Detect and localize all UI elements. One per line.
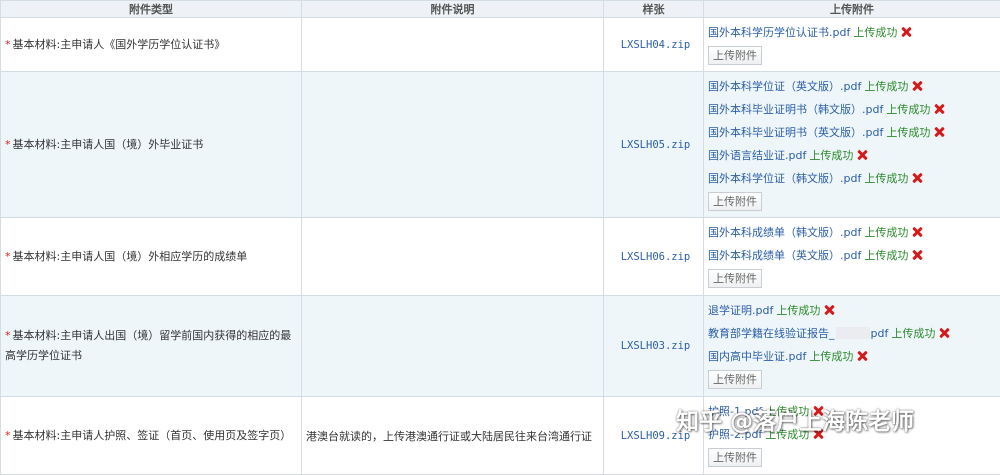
uploaded-file-item: 国外本科学位证（韩文版）.pdf上传成功 [708, 167, 1000, 190]
uploaded-file-name[interactable]: 国内高中毕业证.pdf [708, 350, 806, 363]
uploaded-file-item: 教育部学籍在线验证报告_ pdf上传成功 [708, 322, 1000, 345]
column-header-sample: 样张 [604, 1, 704, 18]
upload-attachment-button[interactable]: 上传附件 [708, 192, 762, 211]
uploaded-file-item: 国外本科学位证（英文版）.pdf上传成功 [708, 75, 1000, 98]
uploaded-file-item: 退学证明.pdf上传成功 [708, 299, 1000, 322]
table-row: *基本材料:主申请人国（境）外毕业证书 LXSLH05.zip 国外本科学位证（… [1, 72, 1000, 218]
delete-icon[interactable] [934, 104, 944, 114]
delete-icon[interactable] [912, 250, 922, 260]
upload-success-label: 上传成功 [886, 103, 930, 116]
attachment-type-label: 基本材料:主申请人国（境）外相应学历的成绩单 [13, 250, 248, 263]
uploaded-file-name[interactable]: 国外本科学位证（韩文版）.pdf [708, 172, 861, 185]
uploaded-file-name[interactable]: 退学证明.pdf [708, 304, 773, 317]
uploaded-file-item: 国外本科毕业证明书（英文版）.pdf上传成功 [708, 121, 1000, 144]
sample-file-link[interactable]: LXSLH05.zip [621, 139, 691, 151]
attachment-type-cell: *基本材料:主申请人《国外学历学位认证书》 [1, 18, 302, 72]
delete-icon[interactable] [934, 127, 944, 137]
upload-cell: 国外本科学位证（英文版）.pdf上传成功 国外本科毕业证明书（韩文版）.pdf上… [704, 72, 1000, 218]
required-marker: * [5, 329, 11, 342]
uploaded-file-name[interactable]: 国外本科成绩单（韩文版）.pdf [708, 226, 861, 239]
upload-success-label: 上传成功 [891, 327, 935, 340]
uploaded-file-name[interactable]: 国外本科学位证（英文版）.pdf [708, 80, 861, 93]
upload-success-label: 上传成功 [864, 80, 908, 93]
attachment-type-cell: *基本材料:主申请人出国（境）留学前国内获得的相应的最高学历学位证书 [1, 296, 302, 397]
sample-file-cell: LXSLH06.zip [604, 218, 704, 296]
upload-success-label: 上传成功 [864, 226, 908, 239]
uploaded-file-extension[interactable]: pdf [871, 327, 889, 340]
upload-success-label: 上传成功 [809, 149, 853, 162]
column-header-type: 附件类型 [1, 1, 302, 18]
sample-file-cell: LXSLH04.zip [604, 18, 704, 72]
attachment-type-cell: *基本材料:主申请人国（境）外相应学历的成绩单 [1, 218, 302, 296]
attachment-type-cell: *基本材料:主申请人国（境）外毕业证书 [1, 72, 302, 218]
table-row: *基本材料:主申请人国（境）外相应学历的成绩单 LXSLH06.zip 国外本科… [1, 218, 1000, 296]
attachment-type-label: 基本材料:主申请人国（境）外毕业证书 [13, 138, 204, 151]
delete-icon[interactable] [824, 305, 834, 315]
uploaded-file-item: 国外语言结业证.pdf上传成功 [708, 144, 1000, 167]
delete-icon[interactable] [912, 81, 922, 91]
watermark: 知乎 @落户上海陈老师 [676, 402, 914, 436]
upload-attachment-button[interactable]: 上传附件 [708, 46, 762, 65]
attachment-type-label: 基本材料:主申请人出国（境）留学前国内获得的相应的最 [13, 329, 292, 342]
upload-success-label: 上传成功 [886, 126, 930, 139]
delete-icon[interactable] [912, 173, 922, 183]
uploaded-file-item: 国外本科成绩单（韩文版）.pdf上传成功 [708, 221, 1000, 244]
upload-attachment-button[interactable]: 上传附件 [708, 370, 762, 389]
redacted-area [836, 327, 870, 339]
attachment-description-cell [302, 72, 604, 218]
column-header-upload: 上传附件 [704, 1, 1000, 18]
upload-cell: 国外本科成绩单（韩文版）.pdf上传成功 国外本科成绩单（英文版）.pdf上传成… [704, 218, 1000, 296]
upload-cell: 退学证明.pdf上传成功 教育部学籍在线验证报告_pdf上传成功 国内高中毕业证… [704, 296, 1000, 397]
attachment-description: 港澳台就读的，上传港澳通行证或大陆居民往来台湾通行证 [306, 430, 592, 443]
upload-attachment-button[interactable]: 上传附件 [708, 448, 762, 467]
uploaded-file-item: 国外本科毕业证明书（韩文版）.pdf上传成功 [708, 98, 1000, 121]
required-marker: * [5, 429, 11, 442]
delete-icon[interactable] [857, 351, 867, 361]
table-row: *基本材料:主申请人出国（境）留学前国内获得的相应的最高学历学位证书 LXSLH… [1, 296, 1000, 397]
upload-success-label: 上传成功 [864, 172, 908, 185]
attachment-type-label-continued: 高学历学位证书 [5, 346, 301, 366]
uploaded-file-item: 国外本科学历学位认证书.pdf上传成功 [708, 21, 1000, 44]
upload-attachment-button[interactable]: 上传附件 [708, 269, 762, 288]
sample-file-link[interactable]: LXSLH03.zip [621, 340, 691, 352]
uploaded-file-name[interactable]: 国外本科成绩单（英文版）.pdf [708, 249, 861, 262]
uploaded-file-name[interactable]: 国外本科毕业证明书（英文版）.pdf [708, 126, 883, 139]
uploaded-file-name[interactable]: 国外本科学历学位认证书.pdf [708, 26, 850, 39]
column-header-description: 附件说明 [302, 1, 604, 18]
delete-icon[interactable] [939, 328, 949, 338]
upload-success-label: 上传成功 [776, 304, 820, 317]
sample-file-cell: LXSLH05.zip [604, 72, 704, 218]
attachment-type-label: 基本材料:主申请人护照、签证（首页、使用页及签字页） [13, 429, 292, 442]
uploaded-file-item: 国外本科成绩单（英文版）.pdf上传成功 [708, 244, 1000, 267]
required-marker: * [5, 138, 11, 151]
delete-icon[interactable] [901, 27, 911, 37]
table-header-row: 附件类型 附件说明 样张 上传附件 [1, 1, 1000, 18]
attachment-type-label: 基本材料:主申请人《国外学历学位认证书》 [13, 38, 226, 51]
attachment-description-cell: 港澳台就读的，上传港澳通行证或大陆居民往来台湾通行证 [302, 397, 604, 475]
required-marker: * [5, 250, 11, 263]
delete-icon[interactable] [857, 150, 867, 160]
uploaded-file-name[interactable]: 国外本科毕业证明书（韩文版）.pdf [708, 103, 883, 116]
upload-success-label: 上传成功 [853, 26, 897, 39]
attachment-description-cell [302, 218, 604, 296]
required-marker: * [5, 38, 11, 51]
sample-file-cell: LXSLH03.zip [604, 296, 704, 397]
sample-file-link[interactable]: LXSLH04.zip [621, 39, 691, 51]
table-row: *基本材料:主申请人《国外学历学位认证书》 LXSLH04.zip 国外本科学历… [1, 18, 1000, 72]
uploaded-file-name[interactable]: 教育部学籍在线验证报告_ [708, 327, 835, 340]
uploaded-file-name[interactable]: 国外语言结业证.pdf [708, 149, 806, 162]
delete-icon[interactable] [912, 227, 922, 237]
attachment-type-cell: *基本材料:主申请人护照、签证（首页、使用页及签字页） [1, 397, 302, 475]
attachment-description-cell [302, 296, 604, 397]
upload-success-label: 上传成功 [864, 249, 908, 262]
upload-success-label: 上传成功 [809, 350, 853, 363]
uploaded-file-item: 国内高中毕业证.pdf上传成功 [708, 345, 1000, 368]
upload-cell: 国外本科学历学位认证书.pdf上传成功 上传附件 [704, 18, 1000, 72]
sample-file-link[interactable]: LXSLH06.zip [621, 251, 691, 263]
attachment-description-cell [302, 18, 604, 72]
